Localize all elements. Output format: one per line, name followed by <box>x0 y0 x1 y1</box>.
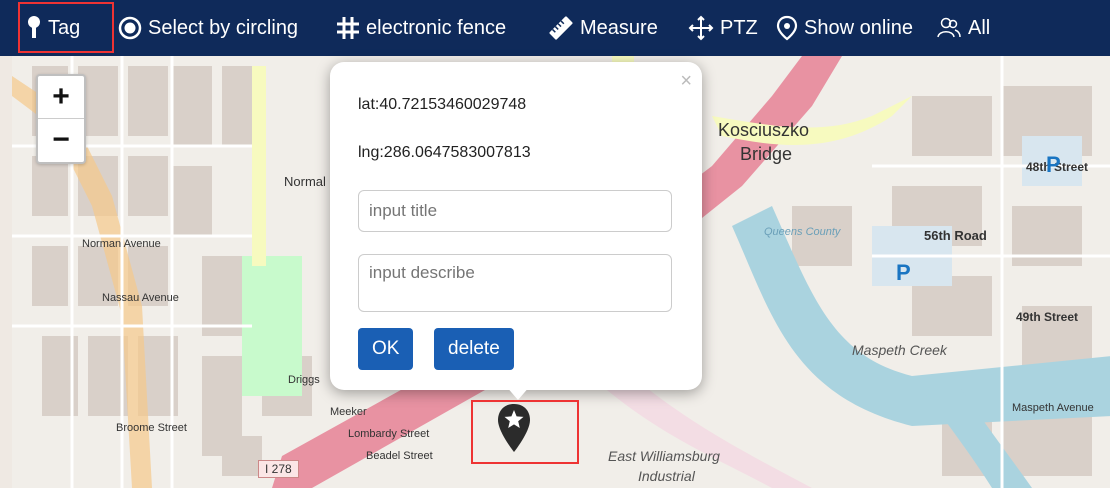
map-label-broome-street: Broome Street <box>116 422 187 434</box>
map-label-maspeth-avenue: Maspeth Avenue <box>1012 402 1094 414</box>
map-label-bridge: Bridge <box>740 144 793 164</box>
map-label-queens-county: Queens County <box>764 226 841 238</box>
measure-label: Measure <box>580 16 658 39</box>
ruler-icon <box>548 15 574 41</box>
describe-input[interactable] <box>358 254 672 312</box>
all-tool[interactable]: All <box>936 10 990 46</box>
map-label-maspeth-creek: Maspeth Creek <box>852 342 947 358</box>
select-by-circling-tool[interactable]: Select by circling <box>118 10 298 46</box>
delete-button[interactable]: delete <box>434 328 514 370</box>
grid-icon <box>336 16 360 40</box>
tag-tool[interactable]: Tag <box>26 10 80 46</box>
map-label-kosciuszko: Kosciuszko <box>718 120 810 140</box>
select-by-circling-label: Select by circling <box>148 16 299 39</box>
electronic-fence-tool[interactable]: electronic fence <box>336 10 506 46</box>
tag-label: Tag <box>48 16 81 39</box>
all-label: All <box>968 16 991 39</box>
show-online-label: Show online <box>804 16 913 39</box>
map-label-normal: Normal <box>284 174 326 189</box>
electronic-fence-label: electronic fence <box>366 16 507 39</box>
show-online-tool[interactable]: Show online <box>776 10 913 46</box>
map-label-driggs: Driggs <box>288 374 320 386</box>
tag-popup: × lat:40.72153460029748 lng:286.06475830… <box>330 62 702 390</box>
map-label-norman-avenue: Norman Avenue <box>82 238 161 250</box>
circle-select-icon <box>118 16 142 40</box>
move-arrows-icon <box>688 15 714 41</box>
ptz-tool[interactable]: PTZ <box>688 10 758 46</box>
ptz-label: PTZ <box>720 16 758 39</box>
map-label-56th-road: 56th Road <box>924 228 987 243</box>
measure-tool[interactable]: Measure <box>548 10 658 46</box>
map-label-i278: I 278 <box>258 460 299 478</box>
latitude-text: lat:40.72153460029748 <box>358 96 527 113</box>
map-marker-icon[interactable] <box>494 402 534 459</box>
zoom-out-button[interactable]: − <box>38 119 84 161</box>
zoom-in-button[interactable]: + <box>38 76 84 119</box>
close-icon[interactable]: × <box>680 70 692 93</box>
popup-pointer <box>506 386 530 400</box>
zoom-control: + − <box>36 74 86 164</box>
parking-icon: P <box>1046 152 1061 177</box>
map-label-meeker: Meeker <box>330 406 367 418</box>
map-label-east-williamsburg: East Williamsburg <box>608 448 720 464</box>
map-label-beadel-street: Beadel Street <box>366 450 433 462</box>
people-icon <box>936 15 962 41</box>
ok-button[interactable]: OK <box>358 328 414 370</box>
location-icon <box>776 15 798 41</box>
map-label-nassau-avenue: Nassau Avenue <box>102 292 179 304</box>
pin-icon <box>26 16 42 40</box>
map-toolbar: Tag Select by circling electronic fence … <box>0 0 1110 56</box>
map-label-lombardy-street: Lombardy Street <box>348 428 430 440</box>
title-input[interactable] <box>358 190 672 232</box>
map-label-industrial: Industrial <box>638 468 695 484</box>
parking-icon: P <box>896 260 911 285</box>
longitude-text: lng:286.0647583007813 <box>358 144 531 161</box>
map-label-49th-street: 49th Street <box>1016 310 1079 324</box>
